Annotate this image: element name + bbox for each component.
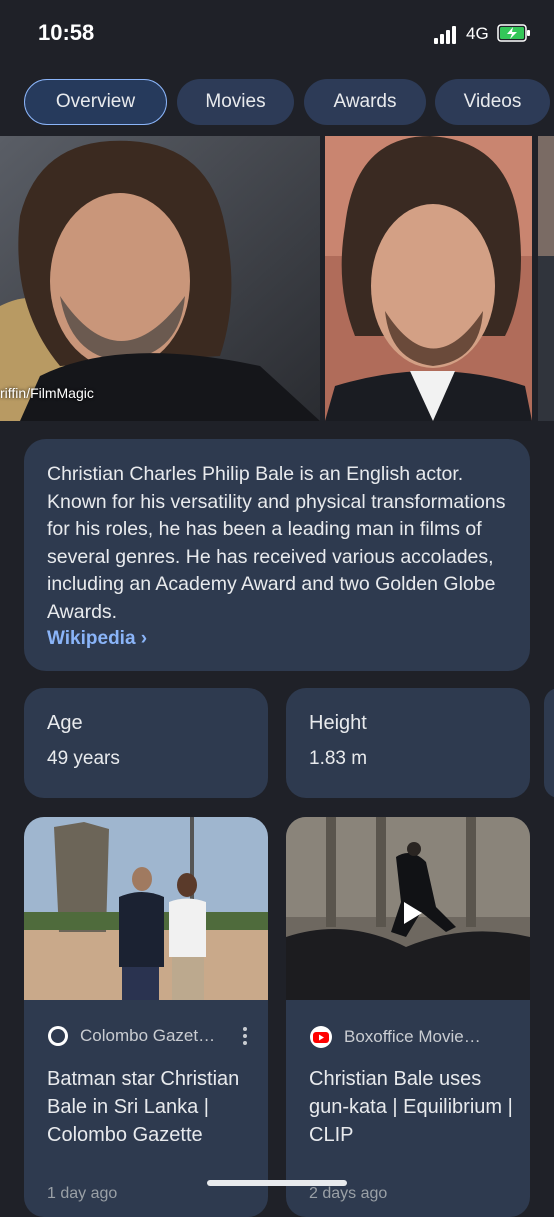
home-indicator xyxy=(207,1180,347,1186)
status-time: 10:58 xyxy=(38,20,95,45)
news-time: 2 days ago xyxy=(309,1185,388,1202)
news-source: Colombo Gazet… xyxy=(47,1025,248,1047)
battery-charging-icon xyxy=(497,24,530,42)
network-type: 4G xyxy=(466,24,489,43)
more-options-icon[interactable] xyxy=(243,1027,248,1045)
news-source: Boxoffice Movie… xyxy=(309,1025,481,1049)
news-title: Christian Bale uses gun-kata | Equilibri… xyxy=(309,1068,513,1146)
status-bar: 10:58 4G xyxy=(0,0,554,66)
photo-credit: riffin/FilmMagic xyxy=(0,385,94,401)
tab-videos[interactable]: Videos xyxy=(435,79,550,125)
news-thumbnail xyxy=(24,817,268,1000)
tab-awards[interactable]: Awards xyxy=(304,79,426,125)
signal-icon xyxy=(434,26,460,44)
tab-movies[interactable]: Movies xyxy=(177,79,294,125)
fact-card-partial[interactable] xyxy=(544,688,554,798)
tab-bar: Overview Movies Awards Videos xyxy=(0,66,554,136)
news-title: Batman star Christian Bale in Sri Lanka … xyxy=(47,1068,240,1146)
image-carousel[interactable]: riffin/FilmMagic xyxy=(0,136,554,421)
news-card[interactable]: Colombo Gazet… Batman star Christian Bal… xyxy=(24,817,268,1217)
tab-overview[interactable]: Overview xyxy=(24,79,167,125)
description-text: Christian Charles Philip Bale is an Engl… xyxy=(47,463,506,623)
fact-age-card[interactable]: Age 49 years xyxy=(24,688,268,798)
fact-label: Age xyxy=(47,712,83,734)
colombo-gazette-logo-icon xyxy=(48,1026,68,1046)
photo-3[interactable] xyxy=(538,136,554,421)
news-source-name: Boxoffice Movie… xyxy=(344,1027,481,1046)
news-source-name: Colombo Gazet… xyxy=(80,1026,216,1045)
photo-2[interactable] xyxy=(325,136,532,421)
fact-height-card[interactable]: Height 1.83 m xyxy=(286,688,530,798)
photo-1[interactable]: riffin/FilmMagic xyxy=(0,136,320,421)
fact-value: 1.83 m xyxy=(309,748,368,769)
video-thumbnail[interactable] xyxy=(286,817,530,1000)
fact-value: 49 years xyxy=(47,748,120,769)
news-time: 1 day ago xyxy=(47,1185,118,1202)
wikipedia-link[interactable]: Wikipedia › xyxy=(47,628,147,650)
news-card[interactable]: Boxoffice Movie… Christian Bale uses gun… xyxy=(286,817,530,1217)
youtube-icon xyxy=(310,1026,332,1048)
fact-label: Height xyxy=(309,712,367,734)
play-icon[interactable] xyxy=(398,899,426,927)
description-card: Christian Charles Philip Bale is an Engl… xyxy=(24,439,530,671)
